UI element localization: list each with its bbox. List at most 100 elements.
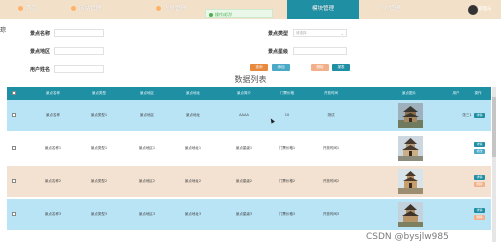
table-row: 景点名称2 景点类型2 景点地区2 景点地址2 景点星级2 门票价格2 开放时间… — [7, 166, 491, 197]
delete-row-button[interactable]: 删除 — [474, 215, 485, 220]
delete-row-button[interactable]: 删除 — [474, 182, 485, 187]
section-title: 数据列表 — [234, 75, 267, 84]
th-intro: 景点简介 — [237, 91, 251, 95]
user-label: 用户姓名 — [30, 67, 51, 73]
scenic-image — [398, 169, 423, 194]
select-all-checkbox[interactable] — [12, 91, 16, 95]
name-label: 景点名称 — [30, 31, 51, 37]
scrollbar-thumb[interactable] — [492, 97, 496, 157]
cell-hours: 开放时间2 — [322, 179, 340, 183]
nav-item-people[interactable]: 人员管理 — [156, 0, 206, 19]
cell-price: 10 — [284, 113, 290, 117]
vertical-scrollbar[interactable] — [492, 87, 496, 242]
detail-button[interactable]: 详情 — [474, 142, 485, 147]
cell-level: 景点星级1 — [235, 146, 253, 150]
level-label: 景点星级 — [268, 49, 289, 55]
cell-area: 景点地区3 — [138, 212, 156, 216]
cell-hours: 测试 — [327, 113, 335, 117]
cell-hours: 开放时间1 — [322, 146, 340, 150]
watermark: CSDN @bysjlw985 — [366, 232, 449, 242]
th-name: 景点名称 — [46, 91, 60, 95]
people-icon — [156, 6, 161, 11]
home-icon — [18, 6, 23, 11]
cell-price: 门票价格2 — [278, 179, 296, 183]
cell-level: 景点星级2 — [235, 179, 253, 183]
area-label: 景点地区 — [30, 49, 51, 55]
type-select[interactable]: 请选择 ⌄ — [293, 29, 347, 37]
nav-item-module[interactable]: 模块管理 — [287, 0, 359, 19]
level-input[interactable] — [293, 47, 347, 55]
cell-price: 门票价格3 — [278, 212, 296, 216]
scenic-image — [398, 136, 423, 161]
chevron-down-icon: ⌄ — [340, 31, 344, 36]
table-header: 景点名称 景点类型 景点地区 景点地址 景点简介 门票价格 开放时间 景点图片 … — [7, 87, 491, 100]
th-image: 景点图片 — [402, 91, 416, 95]
scenic-image — [398, 202, 423, 227]
area-input[interactable] — [54, 47, 104, 55]
th-area: 景点地区 — [140, 91, 154, 95]
nav-item-home[interactable]: 首页 — [18, 0, 58, 19]
cell-level: 景点星级3 — [235, 212, 253, 216]
th-actions: 操作 — [474, 91, 482, 95]
nav-label: 人员管理 — [164, 6, 187, 12]
cell-address: 景点地址 — [186, 113, 200, 117]
sidebar-edge-text: 琮 — [0, 27, 7, 34]
table-row: 景点名称 景点类型1 景点地区 景点地址 AAAA 10 测试 张三1 详情 — [7, 100, 491, 131]
scenic-image — [398, 103, 423, 128]
user-name[interactable]: 管理员 — [478, 5, 492, 15]
delete-button[interactable]: 删除 — [311, 64, 329, 71]
top-nav: 首页 网站管理 人员管理 模块管理 个人管理 操作成功! 管理员 — [0, 0, 501, 19]
cell-address: 景点地址2 — [184, 179, 202, 183]
nav-label: 个人管理 — [378, 6, 401, 12]
cell-type: 景点类型3 — [90, 212, 108, 216]
nav-item-personal[interactable]: 个人管理 — [378, 0, 428, 19]
th-type: 景点类型 — [92, 91, 106, 95]
th-address: 景点地址 — [186, 91, 200, 95]
row-checkbox[interactable] — [12, 146, 16, 150]
cell-hours: 开放时间3 — [322, 212, 340, 216]
cell-type: 景点类型1 — [90, 146, 108, 150]
nav-label: 网站管理 — [79, 6, 102, 12]
nav-label: 模块管理 — [311, 6, 334, 12]
avatar[interactable] — [468, 5, 478, 15]
table-row: 景点名称1 景点类型1 景点地区1 景点地址1 景点星级1 门票价格1 开放时间… — [7, 133, 491, 164]
search-button[interactable]: 查询 — [250, 64, 268, 71]
toast-text: 操作成功! — [215, 12, 233, 17]
type-label: 景点类型 — [268, 31, 289, 37]
cell-address: 景点地址1 — [184, 146, 202, 150]
cell-name: 景点名称3 — [44, 212, 62, 216]
th-user: 用户 — [452, 91, 460, 95]
cell-name: 景点名称 — [46, 113, 60, 117]
cell-user: 张三1 — [462, 113, 472, 117]
type-placeholder: 请选择 — [296, 31, 307, 35]
user-input[interactable] — [54, 65, 104, 73]
cell-area: 景点地区 — [140, 113, 154, 117]
cell-type: 景点类型1 — [90, 113, 108, 117]
detail-button[interactable]: 详情 — [474, 208, 485, 213]
nav-label: 首页 — [26, 6, 38, 12]
edit-button[interactable]: 修改 — [474, 149, 485, 154]
add-button[interactable]: 添加 — [272, 64, 290, 71]
site-icon — [71, 6, 76, 11]
name-input[interactable] — [54, 29, 104, 37]
cell-intro: AAAA — [239, 113, 249, 117]
cell-name: 景点名称2 — [44, 179, 62, 183]
nav-item-site[interactable]: 网站管理 — [71, 0, 121, 19]
th-hours: 开放时间 — [324, 91, 338, 95]
th-price: 门票价格 — [280, 91, 294, 95]
row-checkbox[interactable] — [12, 179, 16, 183]
cell-area: 景点地区2 — [138, 179, 156, 183]
export-button[interactable]: 报表 — [332, 64, 350, 71]
cell-price: 门票价格1 — [278, 146, 296, 150]
row-checkbox[interactable] — [12, 212, 16, 216]
detail-button[interactable]: 详情 — [474, 113, 485, 118]
success-toast: 操作成功! — [205, 9, 273, 18]
cell-type: 景点类型2 — [90, 179, 108, 183]
row-checkbox[interactable] — [12, 113, 16, 117]
detail-button[interactable]: 详情 — [474, 175, 485, 180]
table-row: 景点名称3 景点类型3 景点地区3 景点地址3 景点星级3 门票价格3 开放时间… — [7, 199, 491, 230]
cell-address: 景点地址3 — [184, 212, 202, 216]
cell-area: 景点地区1 — [138, 146, 156, 150]
cell-name: 景点名称1 — [44, 146, 62, 150]
check-icon — [209, 13, 213, 17]
